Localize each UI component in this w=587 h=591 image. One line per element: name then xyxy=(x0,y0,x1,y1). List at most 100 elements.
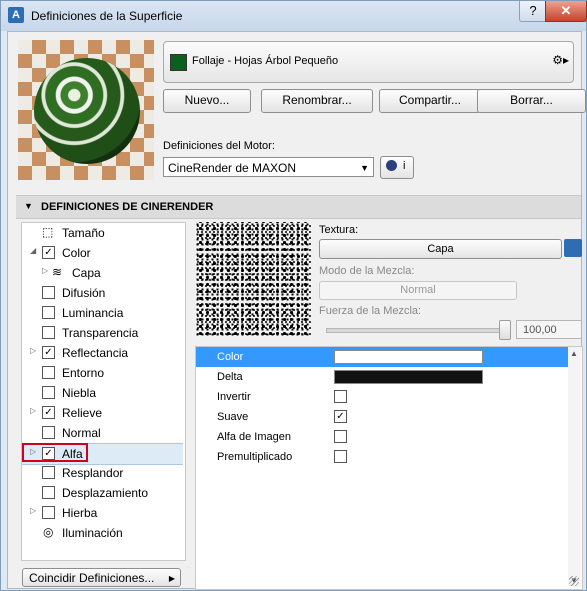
texture-layer-button[interactable]: Capa xyxy=(319,239,562,259)
channel-label: Entorno xyxy=(62,366,105,380)
channel-checkbox[interactable]: ✓ xyxy=(42,406,55,419)
image-alpha-checkbox[interactable] xyxy=(334,430,347,443)
channel-label: Luminancia xyxy=(62,306,124,320)
blend-strength-field[interactable]: 100,00 xyxy=(516,320,582,339)
match-settings-label: Coincidir Definiciones... xyxy=(29,571,155,585)
annotation-highlight-box xyxy=(22,443,88,462)
channel-checkbox[interactable] xyxy=(42,386,55,399)
collapsed-triangle-icon[interactable]: ▷ xyxy=(30,506,36,515)
cinerender-section-header[interactable]: ▼ DEFINICIONES DE CINERENDER xyxy=(16,195,581,219)
channel-label: Difusión xyxy=(62,286,106,300)
channel-item-niebla[interactable]: Niebla xyxy=(22,383,183,403)
channel-item-hierba[interactable]: ▷ Hierba xyxy=(22,503,183,523)
properties-scrollbar[interactable]: ▲ ▼ xyxy=(568,347,581,587)
scroll-up-icon[interactable]: ▲ xyxy=(570,349,578,358)
new-button[interactable]: Nuevo... xyxy=(163,89,251,113)
delta-swatch[interactable] xyxy=(334,370,483,384)
collapsed-triangle-icon[interactable]: ▷ xyxy=(30,406,36,415)
channel-item-iluminacion[interactable]: ◎ Iluminación xyxy=(22,523,183,543)
texture-noise-pattern xyxy=(195,222,311,338)
collapse-triangle-icon[interactable]: ▼ xyxy=(24,201,33,211)
archicad-app-icon: A xyxy=(8,7,24,23)
texture-label: Textura: xyxy=(319,224,359,236)
channel-checkbox[interactable]: ✓ xyxy=(42,246,55,259)
engine-logo-icon xyxy=(386,160,397,171)
help-button[interactable]: ? xyxy=(519,1,547,22)
material-selector[interactable]: Follaje - Hojas Árbol Pequeño ⚙▸ xyxy=(163,41,574,83)
blend-mode-select[interactable]: Normal xyxy=(319,281,517,300)
channel-checkbox[interactable] xyxy=(42,306,55,319)
channel-label: Color xyxy=(62,246,91,260)
channel-checkbox[interactable] xyxy=(42,366,55,379)
title-bar[interactable]: A Definiciones de la Superficie ? ✕ xyxy=(1,1,587,31)
rename-button[interactable]: Renombrar... xyxy=(261,89,373,113)
channel-item-reflectancia[interactable]: ▷ ✓ Reflectancia xyxy=(22,343,183,363)
blend-strength-slider-track[interactable] xyxy=(326,328,506,333)
surface-settings-window: A Definiciones de la Superficie ? ✕ Foll… xyxy=(0,0,587,591)
blend-strength-slider-thumb[interactable] xyxy=(499,320,511,340)
close-button[interactable]: ✕ xyxy=(545,1,587,22)
channel-label: Reflectancia xyxy=(62,346,129,360)
channel-label: Normal xyxy=(62,426,101,440)
property-label: Invertir xyxy=(217,391,251,403)
channel-item-resplandor[interactable]: Resplandor xyxy=(22,463,183,483)
channel-label: Relieve xyxy=(62,406,103,420)
property-row-suave[interactable]: Suave ✓ xyxy=(196,407,568,427)
channel-label: Tamaño xyxy=(62,226,105,240)
material-preview xyxy=(18,40,154,180)
channel-item-tamano[interactable]: ⬚ Tamaño xyxy=(22,223,183,243)
channel-checkbox[interactable] xyxy=(42,466,55,479)
section-title: DEFINICIONES DE CINERENDER xyxy=(41,201,214,213)
channel-item-difusion[interactable]: Difusión xyxy=(22,283,183,303)
channel-checkbox[interactable] xyxy=(42,506,55,519)
channel-item-transparencia[interactable]: Transparencia xyxy=(22,323,183,343)
premultiplied-checkbox[interactable] xyxy=(334,450,347,463)
channel-label: Transparencia xyxy=(62,326,139,340)
texture-link-icon[interactable] xyxy=(564,239,582,257)
collapsed-triangle-icon[interactable]: ▷ xyxy=(42,266,48,275)
channel-list: ⬚ Tamaño ◢ ✓ Color ▷ ≋ Capa Difusión Lum… xyxy=(21,222,186,561)
collapsed-triangle-icon[interactable]: ▷ xyxy=(30,346,36,355)
property-row-delta[interactable]: Delta xyxy=(196,367,568,387)
soft-checkbox[interactable]: ✓ xyxy=(334,410,347,423)
channel-item-luminancia[interactable]: Luminancia xyxy=(22,303,183,323)
engine-settings-label: Definiciones del Motor: xyxy=(163,140,275,152)
dialog-body: Follaje - Hojas Árbol Pequeño ⚙▸ Nuevo..… xyxy=(7,31,586,590)
property-row-premultiplicado[interactable]: Premultiplicado xyxy=(196,447,568,467)
channel-checkbox[interactable]: ✓ xyxy=(42,346,55,359)
channel-label: Resplandor xyxy=(62,466,124,480)
property-row-color[interactable]: Color xyxy=(196,347,568,367)
window-title: Definiciones de la Superficie xyxy=(31,9,183,23)
engine-select[interactable]: CineRender de MAXON ▼ xyxy=(163,157,374,177)
channel-label: Capa xyxy=(72,266,101,280)
layers-icon: ≋ xyxy=(52,265,63,279)
property-row-alfa-de-imagen[interactable]: Alfa de Imagen xyxy=(196,427,568,447)
property-label: Alfa de Imagen xyxy=(217,431,291,443)
texture-preview xyxy=(195,222,311,338)
expanded-triangle-icon[interactable]: ◢ xyxy=(30,246,36,255)
delete-button[interactable]: Borrar... xyxy=(477,89,586,113)
channel-checkbox[interactable] xyxy=(42,326,55,339)
info-icon: i xyxy=(403,160,406,172)
channel-checkbox[interactable] xyxy=(42,486,55,499)
lighting-icon: ◎ xyxy=(43,525,54,539)
blend-strength-label: Fuerza de la Mezcla: xyxy=(319,305,422,317)
property-row-invertir[interactable]: Invertir xyxy=(196,387,568,407)
channel-checkbox[interactable] xyxy=(42,426,55,439)
engine-info-button[interactable]: i xyxy=(380,156,414,179)
channel-checkbox[interactable] xyxy=(42,286,55,299)
color-swatch[interactable] xyxy=(334,350,483,364)
channel-item-desplazamiento[interactable]: Desplazamiento xyxy=(22,483,183,503)
channel-item-relieve[interactable]: ▷ ✓ Relieve xyxy=(22,403,183,423)
invert-checkbox[interactable] xyxy=(334,390,347,403)
channel-item-color[interactable]: ◢ ✓ Color xyxy=(22,243,183,263)
resize-grip-icon[interactable] xyxy=(569,576,579,586)
channel-item-entorno[interactable]: Entorno xyxy=(22,363,183,383)
match-settings-button[interactable]: Coincidir Definiciones... ▶ xyxy=(22,568,181,587)
channel-label: Hierba xyxy=(62,506,98,520)
channel-item-normal[interactable]: Normal xyxy=(22,423,183,443)
channel-item-capa[interactable]: ▷ ≋ Capa xyxy=(22,263,183,283)
property-label: Color xyxy=(217,351,244,363)
material-menu-icon[interactable]: ⚙▸ xyxy=(552,53,569,67)
share-button[interactable]: Compartir... xyxy=(379,89,481,113)
